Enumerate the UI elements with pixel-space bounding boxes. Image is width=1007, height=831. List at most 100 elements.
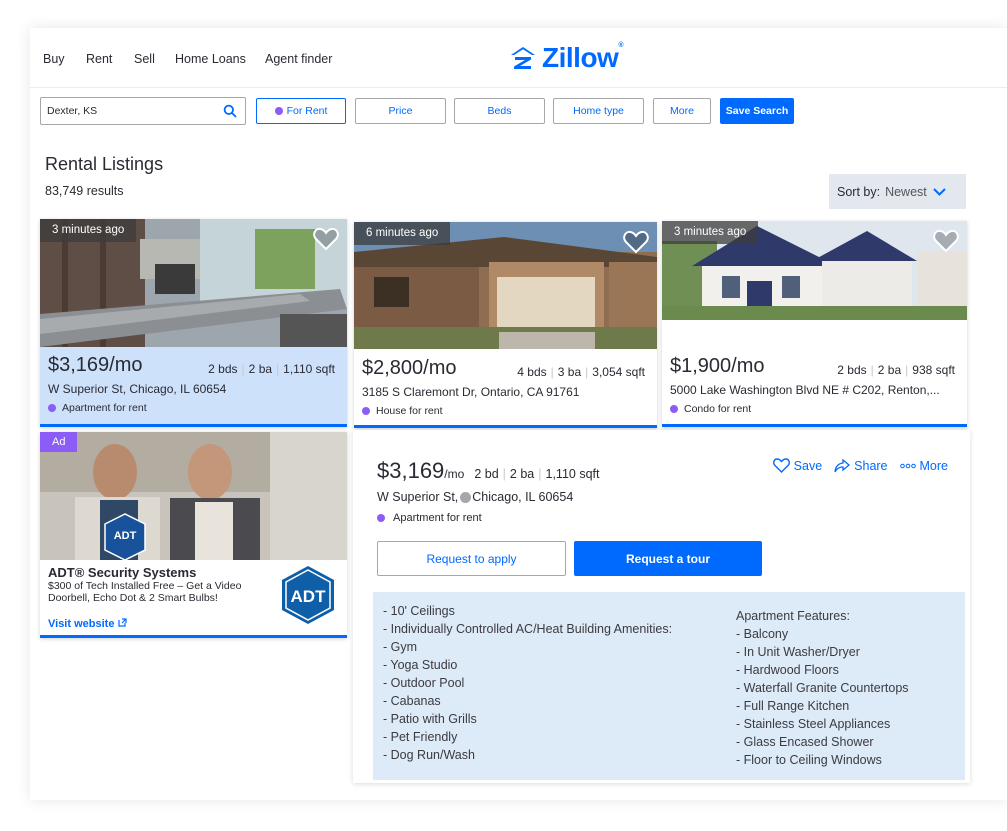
listing-address: W Superior St, Chicago, IL 60654	[48, 382, 227, 396]
ad-description: $300 of Tech Installed Free – Get a Vide…	[48, 580, 242, 604]
feature-item: - Waterfall Granite Countertops	[736, 681, 909, 695]
time-ago: 6 minutes ago	[354, 222, 451, 245]
listing-type-dot	[274, 107, 283, 115]
top-nav: Buy Rent Sell Home Loans Agent finder Zi…	[30, 28, 1007, 88]
heart-icon[interactable]	[933, 229, 959, 253]
info-icon[interactable]	[460, 491, 472, 503]
listing-address: 5000 Lake Washington Blvd NE # C202, Ren…	[670, 383, 940, 397]
listing-price: $2,800/mo	[362, 357, 457, 379]
feature-item: - Floor to Ceiling Windows	[736, 753, 882, 767]
listing-facts: 2 bds | 2 ba | 1,110 sqft	[208, 362, 335, 376]
nav-sell[interactable]: Sell	[134, 52, 155, 66]
save-search-button[interactable]: Save Search	[720, 98, 794, 124]
search-icon[interactable]	[223, 104, 237, 118]
feature-item: - In Unit Washer/Dryer	[736, 645, 860, 659]
feature-item: - Stainless Steel Appliances	[736, 717, 891, 731]
listing-type: House for rent	[362, 405, 443, 417]
request-to-apply-button[interactable]: Request to apply	[377, 541, 566, 576]
card-accent-bar	[40, 635, 347, 638]
adt-logo: ADT	[282, 566, 334, 624]
card-accent-bar	[40, 424, 347, 427]
request-a-tour-button[interactable]: Request a tour	[574, 541, 762, 576]
more-filter[interactable]: More	[653, 98, 711, 124]
time-ago: 3 minutes ago	[662, 221, 759, 244]
price-filter[interactable]: Price	[355, 98, 446, 124]
feature-item: - Balcony	[736, 627, 789, 641]
listing-type-dot	[670, 405, 678, 413]
ad-card[interactable]: ADT Ad ADT® Security Systems $300 of Tec…	[40, 432, 347, 638]
zillow-wordmark: Zillow®	[542, 42, 623, 73]
sort-dropdown[interactable]: Sort by: Newest	[829, 174, 966, 209]
ad-sign-text: ADT	[114, 530, 137, 542]
feature-item: - Individually Controlled AC/Heat Buildi…	[383, 622, 673, 636]
detail-price: $3,169/mo 2 bd | 2 ba | 1,110 sqft	[377, 458, 600, 483]
share-button[interactable]: Share	[834, 458, 888, 473]
features-list-left: - 10' Ceilings - Individually Controlled…	[383, 602, 672, 764]
detail-type: Apartment for rent	[377, 512, 482, 524]
listing-price: $1,900/mo	[670, 355, 765, 377]
card-accent-bar	[354, 425, 657, 428]
adt-logo-text: ADT	[291, 587, 327, 606]
feature-heading: Apartment Features:	[736, 609, 850, 623]
feature-item: - Gym	[383, 640, 418, 654]
results-count: 83,749 results	[45, 184, 124, 198]
nav-home-loans[interactable]: Home Loans	[175, 52, 246, 66]
feature-item: - Full Range Kitchen	[736, 699, 850, 713]
chevron-down-icon	[933, 187, 946, 196]
sort-value: Newest	[885, 184, 927, 199]
share-icon	[834, 458, 851, 472]
zillow-logo[interactable]: Zillow®	[510, 42, 623, 74]
ad-photo: ADT	[40, 432, 347, 560]
ad-title: ADT® Security Systems	[48, 565, 197, 580]
listing-card[interactable]: 6 minutes ago $2,800/mo 4 bds | 3 ba | 3,054…	[354, 222, 657, 428]
location-search	[40, 97, 246, 125]
page-title: Rental Listings	[45, 154, 164, 174]
search-input[interactable]	[47, 105, 212, 117]
listing-type: Condo for rent	[670, 403, 751, 415]
feature-item: - Pet Friendly	[383, 730, 458, 744]
listing-address: 3185 S Claremont Dr, Ontario, CA 91761	[362, 385, 580, 399]
heart-icon[interactable]	[623, 230, 649, 254]
beds-filter[interactable]: Beds	[454, 98, 545, 124]
more-button[interactable]: More	[899, 458, 948, 473]
visit-website-link[interactable]: Visit website	[48, 618, 127, 630]
ad-tag: Ad	[40, 432, 78, 452]
card-accent-bar	[662, 424, 967, 427]
sort-label: Sort by:	[837, 184, 881, 199]
nav-buy[interactable]: Buy	[43, 52, 65, 66]
nav-rent[interactable]: Rent	[86, 52, 112, 66]
listing-card[interactable]: 3 minutes ago $3,169/mo 2 bds | 2 ba | 1,110…	[40, 219, 347, 427]
home-type-filter[interactable]: Home type	[553, 98, 644, 124]
features-box: - 10' Ceilings - Individually Controlled…	[373, 592, 965, 780]
feature-item: - Hardwood Floors	[736, 663, 839, 677]
heart-icon[interactable]	[313, 227, 339, 251]
external-link-icon	[117, 618, 127, 627]
nav-agent-finder[interactable]: Agent finder	[265, 52, 332, 66]
listing-detail-panel: $3,169/mo 2 bd | 2 ba | 1,110 sqft W Superio…	[353, 430, 970, 783]
listing-type-dot	[377, 514, 385, 522]
for-rent-filter[interactable]: For Rent	[256, 98, 346, 124]
feature-item: - Yoga Studio	[383, 658, 458, 672]
save-button[interactable]: Save	[772, 458, 822, 473]
zillow-z-icon	[511, 47, 535, 69]
listing-price: $3,169/mo	[48, 354, 143, 376]
feature-item: - Outdoor Pool	[383, 676, 465, 690]
listing-facts: 4 bds | 3 ba | 3,054 sqft	[517, 365, 645, 379]
feature-item: - Patio with Grills	[383, 712, 477, 726]
feature-item: - Dog Run/Wash	[383, 748, 475, 762]
listing-card[interactable]: 3 minutes ago $1,900/mo 2 bds | 2 ba | 938 s…	[662, 221, 967, 427]
detail-address: W Superior St, Chicago, IL 60654	[377, 490, 574, 504]
feature-item: - Glass Encased Shower	[736, 735, 874, 749]
time-ago: 3 minutes ago	[40, 219, 137, 242]
detail-facts: 2 bd | 2 ba | 1,110 sqft	[474, 467, 600, 481]
listing-type-dot	[362, 407, 370, 415]
detail-actions: Save Share More	[772, 458, 948, 473]
more-dots-icon	[899, 463, 916, 468]
heart-outline-icon	[772, 458, 790, 473]
feature-item: - 10' Ceilings	[383, 604, 455, 618]
listing-type: Apartment for rent	[48, 402, 147, 414]
listing-facts: 2 bds | 2 ba | 938 sqft	[837, 363, 955, 377]
feature-item: - Cabanas	[383, 694, 441, 708]
features-list-right: Apartment Features: - Balcony - In Unit …	[736, 607, 909, 769]
listing-type-dot	[48, 404, 56, 412]
